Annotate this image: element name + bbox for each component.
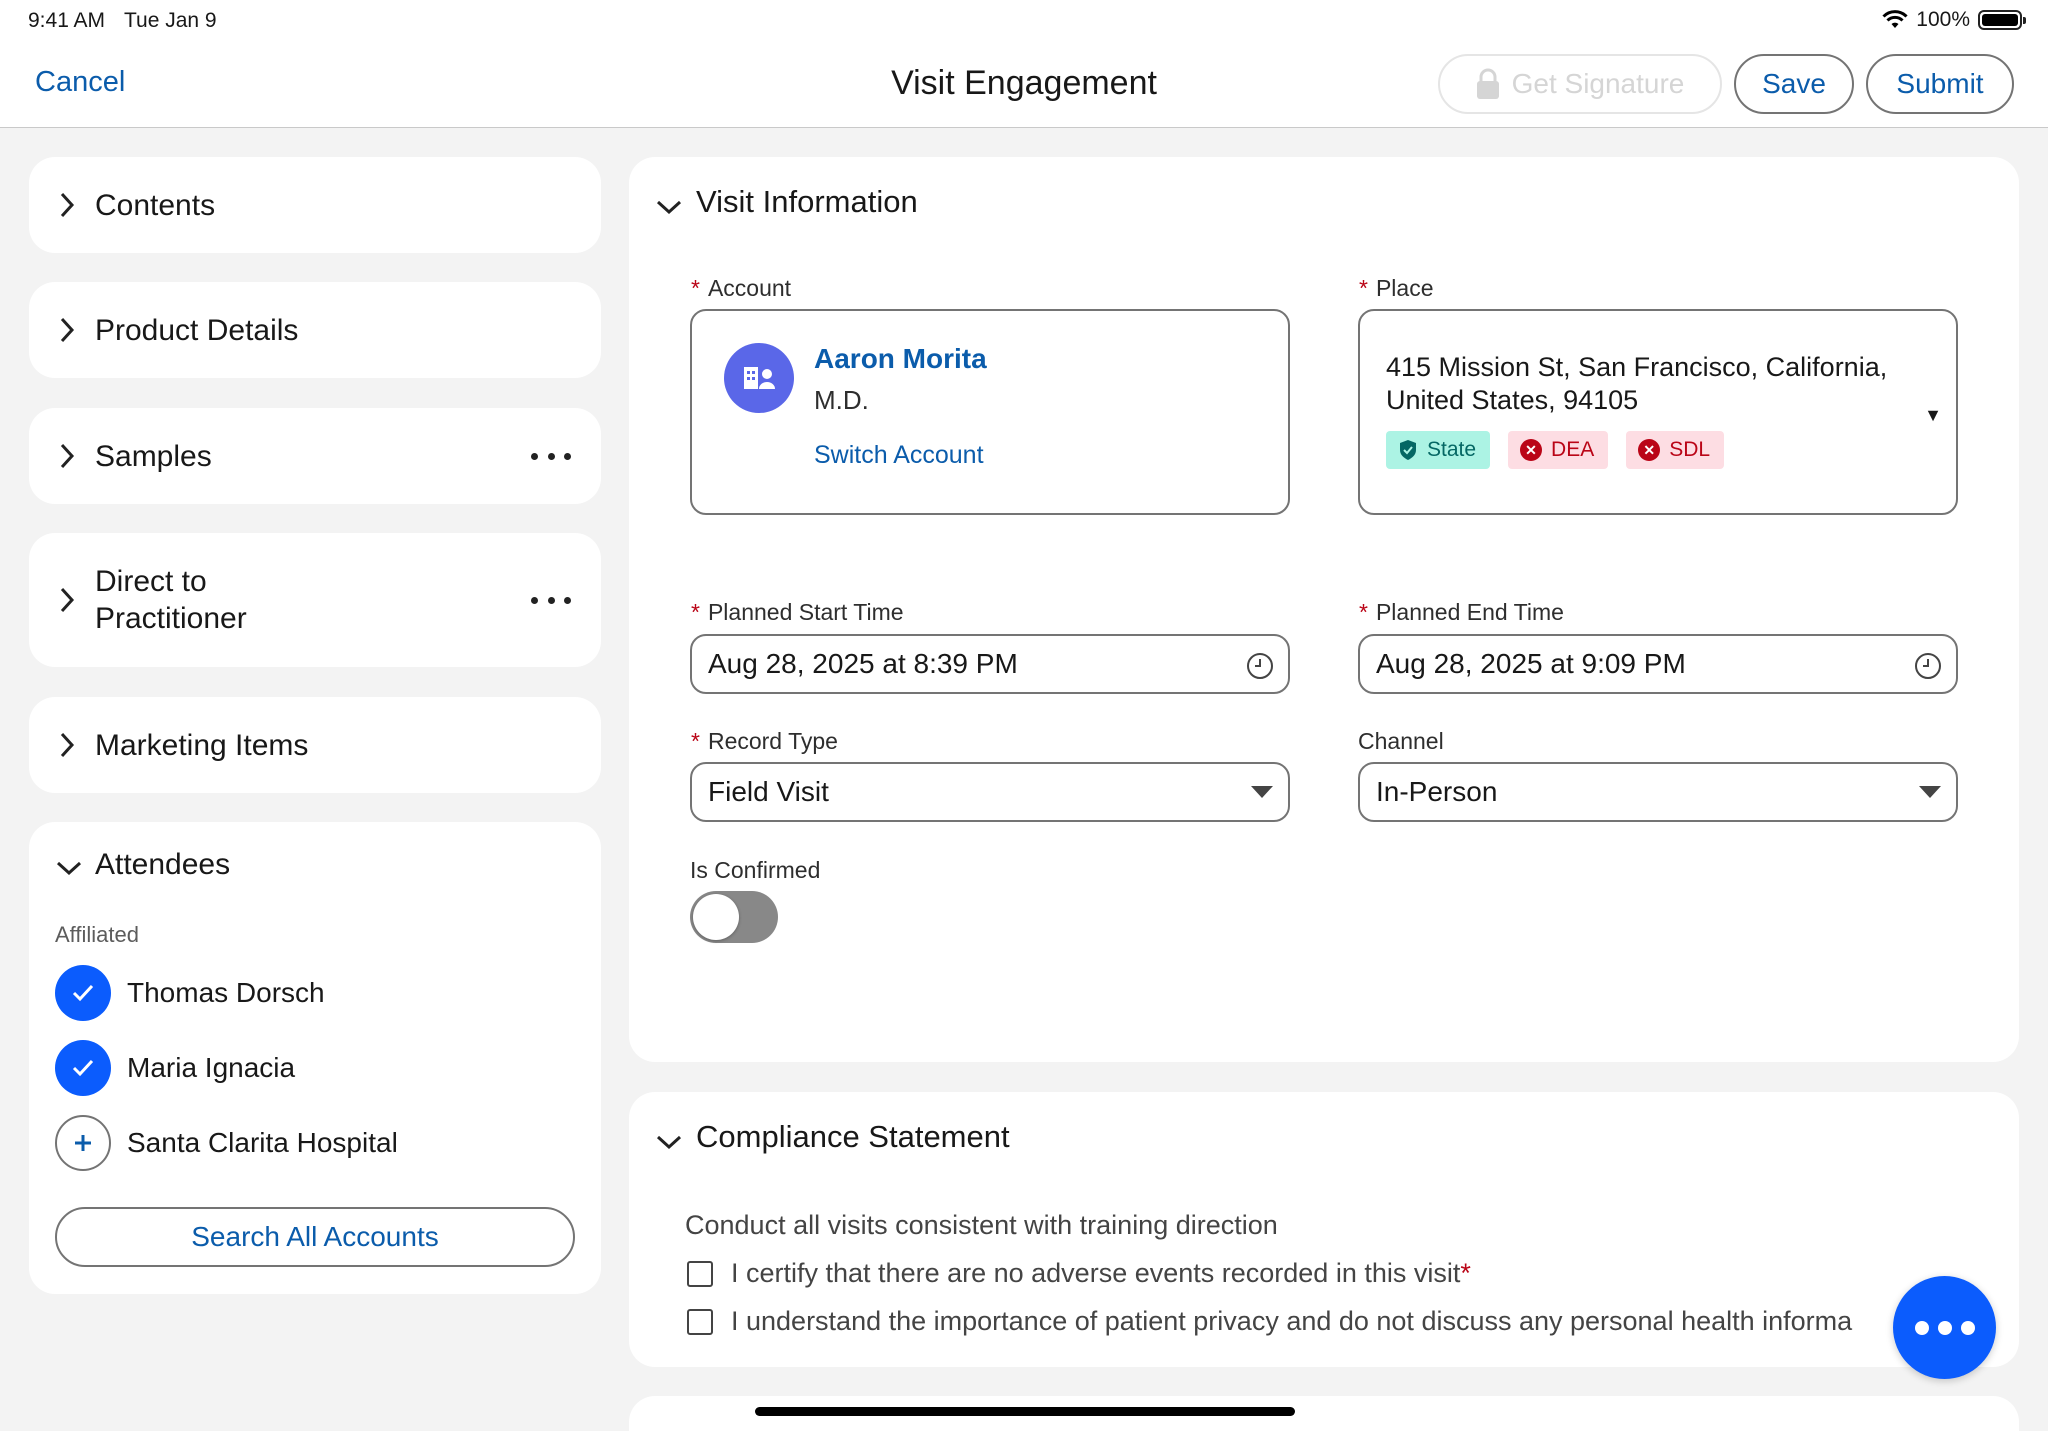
wifi-icon — [1882, 10, 1908, 28]
dropdown-triangle-icon: ▼ — [1924, 405, 1942, 425]
get-signature-label: Get Signature — [1511, 68, 1685, 99]
dea-badge: ✕ DEA — [1508, 431, 1609, 469]
attendees-title: Attendees — [95, 848, 231, 881]
plus-icon[interactable] — [55, 1115, 111, 1171]
dropdown-triangle-icon — [1919, 786, 1941, 798]
attendee-row[interactable]: Thomas Dorsch — [55, 965, 325, 1021]
compliance-statement-card: Compliance Statement Conduct all visits … — [629, 1092, 2019, 1367]
record-type-value: Field Visit — [708, 776, 829, 807]
more-icon[interactable] — [531, 446, 571, 466]
checkmark-icon[interactable] — [55, 965, 111, 1021]
attendee-name: Thomas Dorsch — [127, 977, 325, 1008]
place-label: * Place — [1359, 275, 1434, 301]
attendee-row[interactable]: Santa Clarita Hospital — [55, 1115, 398, 1171]
checkbox[interactable] — [687, 1308, 713, 1335]
record-type-select[interactable]: Field Visit — [690, 762, 1290, 822]
more-actions-button[interactable] — [1893, 1276, 1996, 1379]
required-marker: * — [1460, 1258, 1471, 1288]
attendees-card: Attendees Affiliated Thomas Dorsch Maria… — [29, 822, 601, 1294]
place-address: 415 Mission St, San Francisco, Californi… — [1386, 352, 1888, 415]
cancel-button[interactable]: Cancel — [35, 66, 125, 99]
dropdown-triangle-icon — [1251, 786, 1273, 798]
affiliated-label: Affiliated — [55, 922, 139, 947]
battery-percent: 100% — [1916, 8, 1970, 31]
account-credentials: M.D. — [814, 385, 869, 415]
channel-value: In-Person — [1376, 776, 1498, 807]
planned-start-label: * Planned Start Time — [691, 599, 904, 625]
is-confirmed-label: Is Confirmed — [690, 857, 821, 883]
app-header: Cancel Visit Engagement Get Signature Sa… — [0, 42, 2048, 128]
place-badges: State ✕ DEA ✕ SDL — [1386, 431, 1725, 469]
record-type-label: * Record Type — [691, 728, 838, 754]
status-bar: 9:41 AM Tue Jan 9 100% — [0, 0, 2048, 42]
chevron-right-icon — [60, 192, 75, 218]
is-confirmed-toggle[interactable] — [690, 891, 778, 943]
planned-end-value: Aug 28, 2025 at 9:09 PM — [1376, 648, 1686, 679]
account-field: Aaron Morita M.D. Switch Account — [690, 309, 1290, 515]
visit-information-title: Visit Information — [696, 184, 918, 219]
attendee-name: Maria Ignacia — [127, 1052, 296, 1083]
section-samples[interactable]: Samples — [29, 408, 601, 504]
status-time: 9:41 AM — [28, 9, 106, 32]
compliance-item-text: I certify that there are no adverse even… — [731, 1258, 1461, 1288]
more-icon[interactable] — [531, 590, 571, 610]
section-label: Contents — [95, 188, 216, 222]
clock-icon — [1915, 653, 1941, 679]
chevron-down-icon[interactable] — [55, 858, 83, 878]
state-badge: State — [1386, 431, 1491, 469]
shield-check-icon — [1400, 440, 1416, 460]
sdl-badge: ✕ SDL — [1626, 431, 1725, 469]
channel-select[interactable]: In-Person — [1358, 762, 1958, 822]
lock-icon — [1476, 68, 1499, 99]
home-indicator — [755, 1407, 1295, 1416]
account-name-link[interactable]: Aaron Morita — [814, 343, 987, 375]
compliance-item[interactable]: I certify that there are no adverse even… — [687, 1258, 1471, 1289]
chevron-right-icon — [60, 732, 75, 758]
search-all-accounts-button[interactable]: Search All Accounts — [55, 1207, 575, 1267]
close-circle-icon: ✕ — [1520, 439, 1543, 461]
section-contents[interactable]: Contents — [29, 157, 601, 253]
clock-icon — [1247, 653, 1273, 679]
status-right: 100% — [1882, 8, 2026, 32]
chevron-down-icon[interactable] — [655, 1132, 683, 1152]
section-label: Direct to Practitioner — [95, 565, 247, 635]
place-select[interactable]: 415 Mission St, San Francisco, Californi… — [1358, 309, 1958, 515]
attendee-row[interactable]: Maria Ignacia — [55, 1040, 295, 1096]
save-button[interactable]: Save — [1734, 54, 1854, 114]
planned-start-value: Aug 28, 2025 at 8:39 PM — [708, 648, 1018, 679]
compliance-title: Compliance Statement — [696, 1119, 1010, 1154]
chevron-down-icon[interactable] — [655, 197, 683, 217]
checkbox[interactable] — [687, 1260, 713, 1287]
section-marketing-items[interactable]: Marketing Items — [29, 697, 601, 793]
section-direct-to-practitioner[interactable]: Direct to Practitioner — [29, 533, 601, 667]
attendee-name: Santa Clarita Hospital — [127, 1127, 398, 1158]
compliance-item[interactable]: I understand the importance of patient p… — [687, 1306, 1852, 1337]
compliance-description: Conduct all visits consistent with train… — [685, 1210, 1278, 1240]
section-label: Samples — [95, 439, 212, 473]
channel-label: Channel — [1358, 728, 1444, 754]
chevron-right-icon — [60, 443, 75, 469]
planned-start-input[interactable]: Aug 28, 2025 at 8:39 PM — [690, 634, 1290, 694]
section-product-details[interactable]: Product Details — [29, 282, 601, 378]
compliance-item-text: I understand the importance of patient p… — [731, 1306, 1853, 1336]
planned-end-label: * Planned End Time — [1359, 599, 1564, 625]
switch-account-link[interactable]: Switch Account — [814, 441, 984, 470]
submit-button[interactable]: Submit — [1866, 54, 2014, 114]
battery-icon — [1978, 10, 2026, 30]
chevron-right-icon — [60, 587, 75, 613]
close-circle-icon: ✕ — [1638, 439, 1661, 461]
section-label: Marketing Items — [95, 728, 309, 762]
visit-information-card: Visit Information * Account Aaron Morita … — [629, 157, 2019, 1062]
status-date: Tue Jan 9 — [124, 9, 217, 32]
planned-end-input[interactable]: Aug 28, 2025 at 9:09 PM — [1358, 634, 1958, 694]
account-icon — [724, 343, 794, 413]
get-signature-button[interactable]: Get Signature — [1438, 54, 1722, 114]
section-label: Product Details — [95, 313, 299, 347]
chevron-right-icon — [60, 317, 75, 343]
account-label: * Account — [691, 275, 792, 301]
checkmark-icon[interactable] — [55, 1040, 111, 1096]
